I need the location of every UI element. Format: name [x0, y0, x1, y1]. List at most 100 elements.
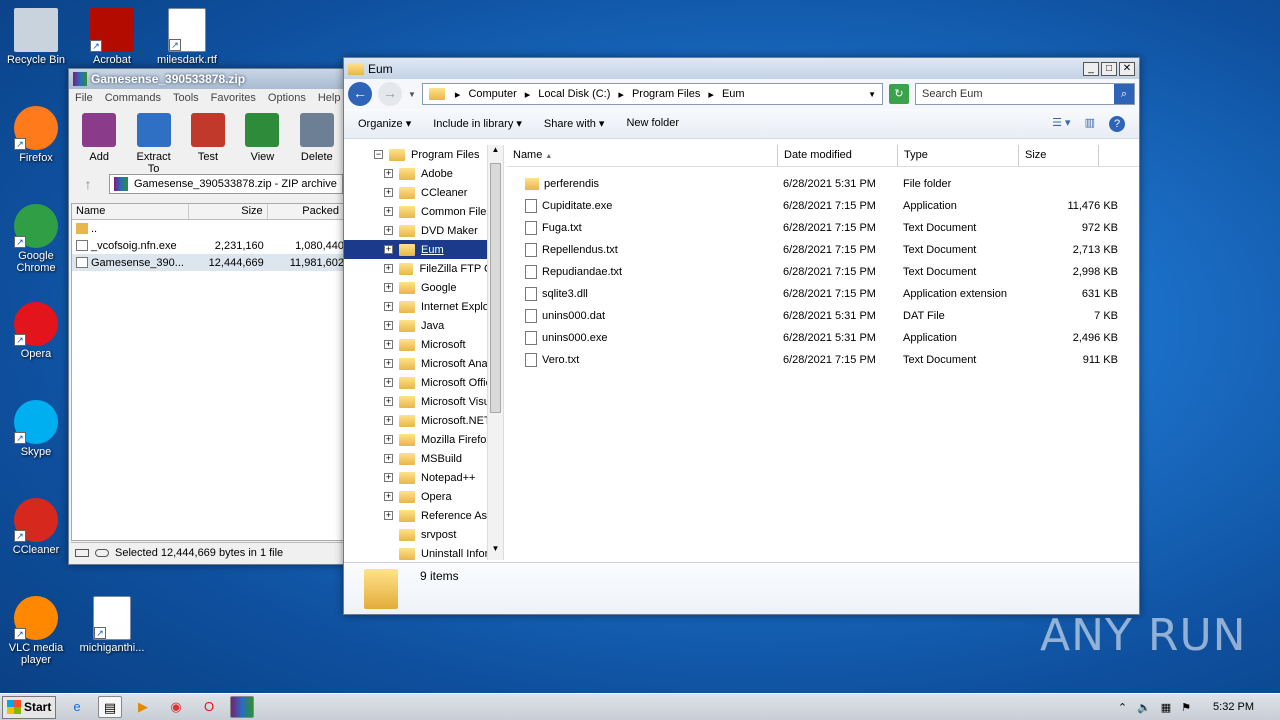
expand-toggle-icon[interactable]: +: [384, 264, 393, 273]
expand-toggle-icon[interactable]: +: [384, 340, 393, 349]
list-item[interactable]: Vero.txt 6/28/2021 7:15 PM Text Document 91…: [507, 349, 1139, 371]
tree-item[interactable]: srvpost: [344, 525, 503, 544]
media-player-icon[interactable]: ▶: [131, 696, 155, 718]
search-input[interactable]: Search Eum ⌕: [915, 83, 1135, 105]
tree-item[interactable]: + FileZilla FTP Clie: [344, 259, 503, 278]
add-button[interactable]: Add: [75, 113, 123, 167]
tree-scrollbar[interactable]: ▲ ▼: [487, 145, 503, 560]
expand-toggle-icon[interactable]: +: [384, 511, 393, 520]
maximize-button[interactable]: □: [1101, 61, 1117, 76]
expand-toggle-icon[interactable]: +: [384, 169, 393, 178]
table-row[interactable]: _vcofsoig.nfn.exe 2,231,160 1,080,440: [72, 237, 344, 254]
explorer-taskbar-icon[interactable]: ▤: [98, 696, 122, 718]
view-options-icon[interactable]: ☰ ▾: [1052, 116, 1070, 132]
back-button[interactable]: ←: [348, 82, 372, 106]
tree-item[interactable]: + Reference Ass: [344, 506, 503, 525]
close-button[interactable]: ✕: [1119, 61, 1135, 76]
expand-toggle-icon[interactable]: +: [384, 207, 393, 216]
breadcrumb-separator-icon[interactable]: ▸: [618, 88, 624, 101]
desktop-icon[interactable]: ↗ milesdark.rtf: [152, 8, 222, 66]
menu-file[interactable]: File: [75, 92, 93, 106]
desktop-icon[interactable]: ↗ CCleaner: [1, 498, 71, 556]
share-with-button[interactable]: Share with ▾: [544, 117, 605, 130]
col-type[interactable]: Type: [898, 145, 1019, 166]
organize-button[interactable]: Organize ▾: [358, 117, 411, 130]
help-icon[interactable]: ?: [1109, 115, 1125, 132]
tree-item[interactable]: + Microsoft Visua: [344, 392, 503, 411]
test-button[interactable]: Test: [184, 113, 232, 167]
col-size[interactable]: Size: [1019, 145, 1099, 166]
expand-toggle-icon[interactable]: +: [384, 302, 393, 311]
expand-toggle-icon[interactable]: +: [384, 226, 393, 235]
col-packed[interactable]: Packed: [268, 204, 344, 219]
list-item[interactable]: Repellendus.txt 6/28/2021 7:15 PM Text Doc…: [507, 239, 1139, 261]
tree-item[interactable]: + CCleaner: [344, 183, 503, 202]
new-folder-button[interactable]: New folder: [626, 117, 679, 130]
desktop-icon[interactable]: ↗ Firefox: [1, 106, 71, 164]
extract-to-button[interactable]: Extract To: [129, 113, 177, 175]
list-item[interactable]: unins000.dat 6/28/2021 5:31 PM DAT File 7 K…: [507, 305, 1139, 327]
start-button[interactable]: Start: [2, 695, 56, 719]
breadcrumb[interactable]: ▸ Computer ▸ Local Disk (C:) ▸ Program Files ▸…: [421, 83, 883, 105]
tree-item[interactable]: + DVD Maker: [344, 221, 503, 240]
breadcrumb-separator-icon[interactable]: ▸: [455, 88, 461, 101]
action-center-flag-icon[interactable]: ⚑: [1181, 701, 1191, 714]
breadcrumb-dropdown-icon[interactable]: ▼: [868, 90, 876, 99]
expand-toggle-icon[interactable]: +: [384, 435, 393, 444]
tree-item[interactable]: + Microsoft: [344, 335, 503, 354]
clock[interactable]: 5:32 PM: [1213, 701, 1254, 713]
tree-item[interactable]: + Microsoft Offic: [344, 373, 503, 392]
tree-item[interactable]: + Adobe: [344, 164, 503, 183]
table-row[interactable]: Gamesense_390... 12,444,669 11,981,602: [72, 254, 344, 271]
desktop-icon[interactable]: ↗ VLC media player: [1, 596, 71, 666]
tree-item[interactable]: + Eum: [344, 240, 503, 259]
volume-icon[interactable]: 🔈: [1137, 701, 1151, 714]
expand-toggle-icon[interactable]: −: [374, 150, 383, 159]
navigation-tree[interactable]: − Program Files + Adobe + CCleaner + Common Fil…: [344, 145, 504, 560]
list-item[interactable]: perferendis 6/28/2021 5:31 PM File folder: [507, 173, 1139, 195]
tree-item[interactable]: + Notepad++: [344, 468, 503, 487]
expand-toggle-icon[interactable]: +: [384, 283, 393, 292]
menu-options[interactable]: Options: [268, 92, 306, 106]
list-item[interactable]: Cupiditate.exe 6/28/2021 7:15 PM Applicati…: [507, 195, 1139, 217]
show-hidden-icons[interactable]: ⌃: [1118, 701, 1127, 714]
tree-item[interactable]: + Google: [344, 278, 503, 297]
table-row[interactable]: ..: [72, 220, 344, 237]
expand-toggle-icon[interactable]: +: [384, 321, 393, 330]
menu-tools[interactable]: Tools: [173, 92, 199, 106]
desktop-icon[interactable]: ↗ Acrobat: [77, 8, 147, 66]
tree-item[interactable]: + Java: [344, 316, 503, 335]
menu-commands[interactable]: Commands: [105, 92, 161, 106]
breadcrumb-separator-icon[interactable]: ▸: [708, 88, 714, 101]
explorer-titlebar[interactable]: Eum _ □ ✕: [344, 58, 1139, 79]
chevron-down-icon[interactable]: ▼: [408, 90, 416, 99]
menu-favorites[interactable]: Favorites: [211, 92, 256, 106]
preview-pane-icon[interactable]: ▥: [1085, 116, 1095, 132]
view-button[interactable]: View: [238, 113, 286, 167]
expand-toggle-icon[interactable]: +: [384, 397, 393, 406]
tree-item[interactable]: + Internet Explor: [344, 297, 503, 316]
tree-item[interactable]: + Microsoft Analy: [344, 354, 503, 373]
breadcrumb-item[interactable]: Eum: [722, 88, 745, 100]
expand-toggle-icon[interactable]: +: [384, 245, 393, 254]
desktop-icon[interactable]: ↗ Google Chrome: [1, 204, 71, 274]
winrar-titlebar[interactable]: Gamesense_390533878.zip: [69, 69, 347, 89]
ie-icon[interactable]: e: [65, 696, 89, 718]
col-size[interactable]: Size: [189, 204, 268, 219]
expand-toggle-icon[interactable]: +: [384, 492, 393, 501]
menu-help[interactable]: Help: [318, 92, 341, 106]
opera-taskbar-icon[interactable]: O: [197, 696, 221, 718]
scroll-up-arrow[interactable]: ▲: [488, 145, 503, 161]
expand-toggle-icon[interactable]: +: [384, 454, 393, 463]
desktop-icon[interactable]: ↗ Opera: [1, 302, 71, 360]
network-icon[interactable]: ▦: [1161, 701, 1171, 714]
tree-item[interactable]: + Opera: [344, 487, 503, 506]
up-arrow-icon[interactable]: ↑: [73, 176, 103, 192]
tree-item[interactable]: + MSBuild: [344, 449, 503, 468]
expand-toggle-icon[interactable]: +: [384, 188, 393, 197]
breadcrumb-item[interactable]: Computer: [468, 88, 516, 100]
tree-item[interactable]: + Common Files: [344, 202, 503, 221]
list-item[interactable]: Fuga.txt 6/28/2021 7:15 PM Text Document 97…: [507, 217, 1139, 239]
include-in-library-button[interactable]: Include in library ▾: [433, 117, 522, 130]
file-list[interactable]: Name ▲ Date modified Type Size perferend…: [507, 145, 1139, 560]
